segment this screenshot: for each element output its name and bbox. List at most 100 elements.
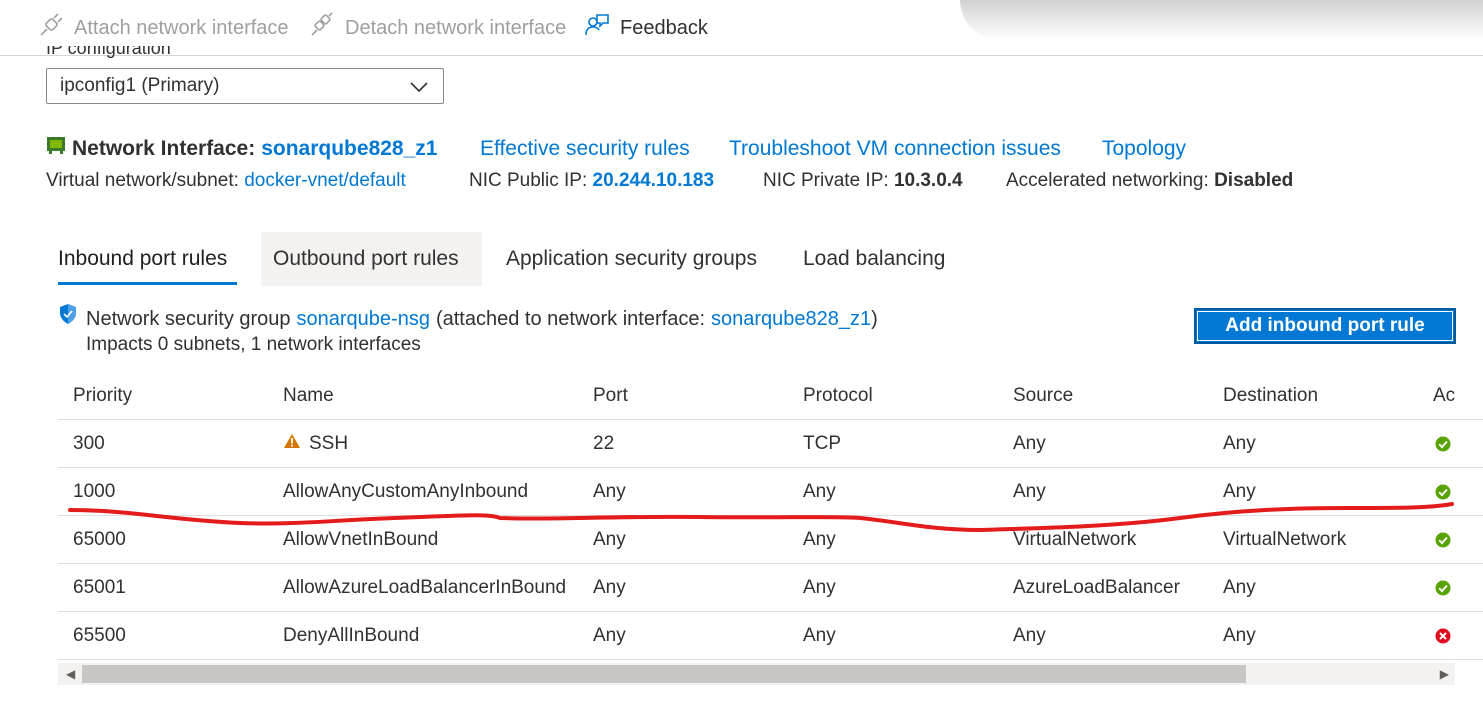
column-header-destination[interactable]: Destination bbox=[1223, 372, 1318, 420]
ip-configuration-dropdown[interactable]: ipconfig1 (Primary) bbox=[46, 68, 444, 104]
cell-source: AzureLoadBalancer bbox=[1013, 577, 1180, 598]
tab-inbound-port-rules[interactable]: Inbound port rules bbox=[46, 232, 239, 286]
attach-label: Attach network interface bbox=[74, 16, 289, 39]
cell-name: AllowAzureLoadBalancerInBound bbox=[283, 577, 567, 598]
attach-network-interface-button[interactable]: Attach network interface bbox=[38, 13, 289, 42]
column-header-protocol[interactable]: Protocol bbox=[803, 372, 873, 420]
horizontal-scrollbar[interactable]: ◀ ▶ bbox=[58, 663, 1455, 685]
cell-name: SSH bbox=[283, 420, 348, 468]
feedback-icon bbox=[584, 12, 620, 44]
cell-name-text: SSH bbox=[309, 433, 349, 454]
cell-port: Any bbox=[593, 481, 626, 502]
network-security-group-info: Network security group sonarqube-nsg (at… bbox=[58, 303, 878, 333]
public-ip-link[interactable]: 20.244.10.183 bbox=[593, 170, 715, 191]
network-interface-label: Network Interface: bbox=[72, 137, 256, 160]
cell-priority: 65000 bbox=[73, 529, 126, 550]
troubleshoot-vm-connection-link[interactable]: Troubleshoot VM connection issues bbox=[729, 137, 1061, 161]
vnet-label: Virtual network/subnet: bbox=[46, 170, 239, 191]
feedback-button[interactable]: Feedback bbox=[584, 14, 708, 42]
cell-port: Any bbox=[593, 625, 626, 646]
feedback-label: Feedback bbox=[620, 16, 708, 39]
scroll-left-icon[interactable]: ◀ bbox=[66, 667, 75, 681]
inbound-rules-table: Priority Name Port Protocol Source Desti… bbox=[58, 372, 1483, 662]
cell-protocol: TCP bbox=[803, 433, 841, 454]
warning-icon bbox=[283, 433, 301, 455]
column-header-name[interactable]: Name bbox=[283, 372, 334, 420]
cell-name: DenyAllInBound bbox=[283, 625, 420, 646]
accelerated-networking-value: Disabled bbox=[1214, 170, 1294, 191]
column-header-port[interactable]: Port bbox=[593, 372, 628, 420]
table-row[interactable]: 1000 AllowAnyCustomAnyInbound Any Any An… bbox=[58, 468, 1483, 516]
command-bar: Attach network interface Detach network … bbox=[0, 0, 1483, 56]
cell-destination: Any bbox=[1223, 481, 1256, 502]
shield-icon bbox=[58, 303, 78, 331]
cell-name: AllowVnetInBound bbox=[283, 529, 439, 550]
private-ip-label: NIC Private IP: bbox=[763, 170, 889, 191]
unplug-icon bbox=[309, 12, 345, 44]
network-interface-header: Network Interface: sonarqube828_z1 bbox=[46, 134, 437, 164]
cell-source: Any bbox=[1013, 625, 1046, 646]
tab-load-balancing[interactable]: Load balancing bbox=[791, 232, 957, 286]
tab-outbound-port-rules[interactable]: Outbound port rules bbox=[261, 232, 482, 286]
virtual-network-info: Virtual network/subnet: docker-vnet/defa… bbox=[46, 170, 406, 192]
cell-priority: 300 bbox=[73, 433, 105, 454]
vnet-link[interactable]: docker-vnet/default bbox=[244, 170, 406, 191]
nsg-attached-nic-link[interactable]: sonarqube828_z1 bbox=[711, 308, 871, 331]
topology-link[interactable]: Topology bbox=[1102, 137, 1186, 161]
nsg-attached-suffix: ) bbox=[871, 307, 878, 330]
nsg-name-link[interactable]: sonarqube-nsg bbox=[297, 308, 430, 331]
cell-protocol: Any bbox=[803, 481, 836, 502]
cell-destination: Any bbox=[1223, 433, 1256, 454]
add-inbound-port-rule-button[interactable]: Add inbound port rule bbox=[1194, 308, 1456, 344]
overlay-shadow bbox=[960, 0, 1483, 40]
active-tab-indicator bbox=[58, 282, 237, 285]
table-row[interactable]: 300 SSH 22 TCP Any Any bbox=[58, 420, 1483, 468]
public-ip-label: NIC Public IP: bbox=[469, 170, 588, 191]
column-header-priority[interactable]: Priority bbox=[73, 372, 132, 420]
cell-destination: VirtualNetwork bbox=[1223, 529, 1347, 550]
cell-source: Any bbox=[1013, 481, 1046, 502]
deny-x-icon bbox=[1435, 612, 1451, 660]
cell-port: Any bbox=[593, 577, 626, 598]
chevron-down-icon bbox=[409, 77, 429, 103]
private-ip-value: 10.3.0.4 bbox=[893, 170, 963, 191]
private-ip-info: NIC Private IP: 10.3.0.4 bbox=[763, 170, 963, 192]
cell-source: Any bbox=[1013, 433, 1046, 454]
allow-check-icon bbox=[1435, 564, 1451, 612]
nsg-attached-prefix: (attached to network interface: bbox=[435, 307, 706, 330]
cell-source: VirtualNetwork bbox=[1013, 529, 1137, 550]
network-interface-icon bbox=[46, 135, 66, 155]
cell-port: 22 bbox=[593, 433, 615, 454]
scroll-right-icon[interactable]: ▶ bbox=[1440, 667, 1449, 681]
network-interface-name-link[interactable]: sonarqube828_z1 bbox=[261, 137, 437, 161]
column-header-action[interactable]: Ac bbox=[1433, 372, 1455, 420]
cell-priority: 1000 bbox=[73, 481, 116, 502]
cell-priority: 65001 bbox=[73, 577, 126, 598]
nsg-prefix: Network security group bbox=[86, 307, 291, 330]
table-row[interactable]: 65000 AllowVnetInBound Any Any VirtualNe… bbox=[58, 516, 1483, 564]
cell-protocol: Any bbox=[803, 625, 836, 646]
accelerated-networking-info: Accelerated networking: Disabled bbox=[1006, 170, 1293, 192]
cell-priority: 65500 bbox=[73, 625, 126, 646]
cell-port: Any bbox=[593, 529, 626, 550]
detach-network-interface-button[interactable]: Detach network interface bbox=[309, 12, 567, 44]
ip-configuration-label: IP configuration bbox=[46, 46, 171, 58]
tab-application-security-groups[interactable]: Application security groups bbox=[494, 232, 769, 286]
table-row[interactable]: 65500 DenyAllInBound Any Any Any Any bbox=[58, 612, 1483, 660]
cell-destination: Any bbox=[1223, 625, 1256, 646]
cell-name: AllowAnyCustomAnyInbound bbox=[283, 481, 529, 502]
allow-check-icon bbox=[1435, 420, 1451, 468]
public-ip-info: NIC Public IP: 20.244.10.183 bbox=[469, 170, 714, 192]
cell-protocol: Any bbox=[803, 577, 836, 598]
allow-check-icon bbox=[1435, 468, 1451, 516]
allow-check-icon bbox=[1435, 516, 1451, 564]
effective-security-rules-link[interactable]: Effective security rules bbox=[480, 137, 690, 161]
cell-protocol: Any bbox=[803, 529, 836, 550]
table-header-row: Priority Name Port Protocol Source Desti… bbox=[58, 372, 1483, 420]
detach-label: Detach network interface bbox=[345, 16, 567, 39]
cell-destination: Any bbox=[1223, 577, 1256, 598]
accelerated-networking-label: Accelerated networking: bbox=[1006, 170, 1209, 191]
column-header-source[interactable]: Source bbox=[1013, 372, 1073, 420]
table-row[interactable]: 65001 AllowAzureLoadBalancerInBound Any … bbox=[58, 564, 1483, 612]
scrollbar-thumb[interactable] bbox=[82, 665, 1246, 683]
